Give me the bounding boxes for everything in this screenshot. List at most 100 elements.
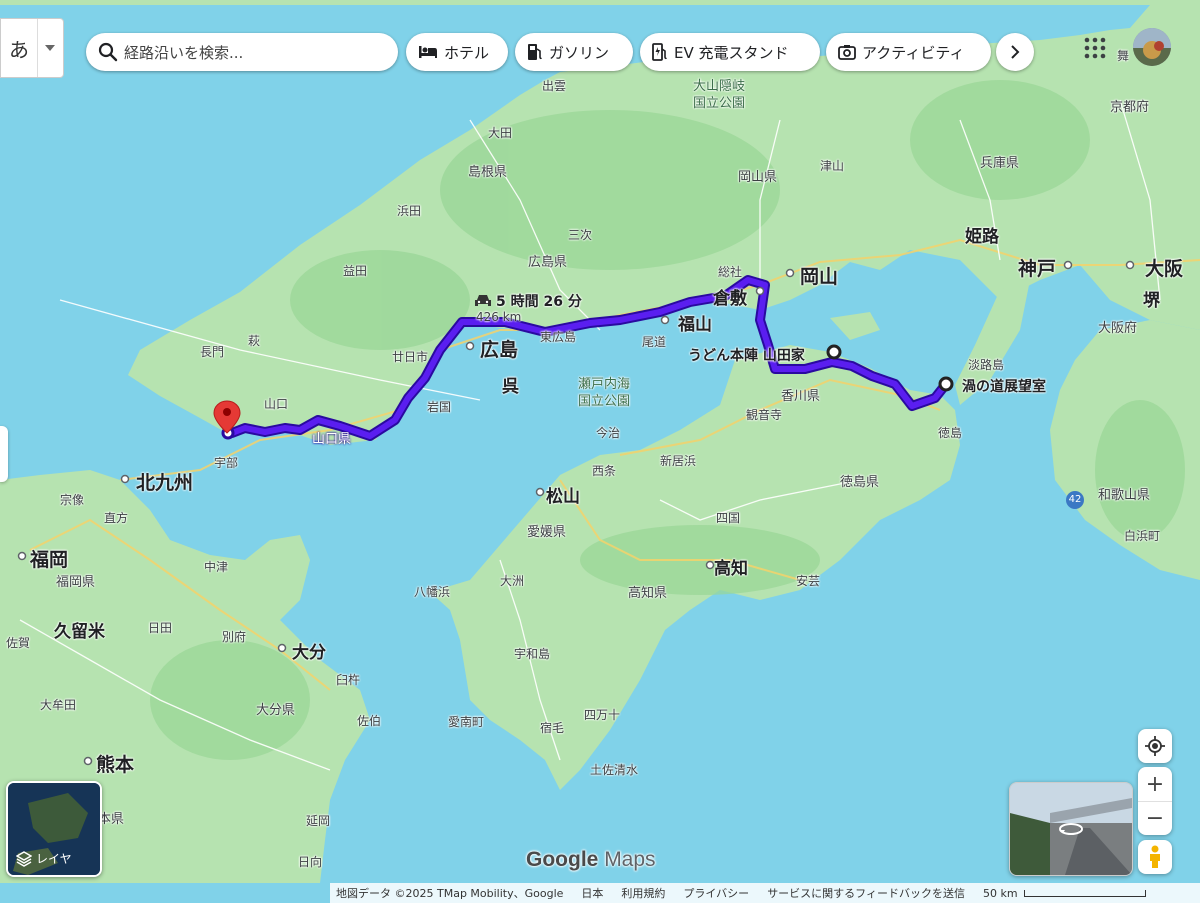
rotate-360-icon — [1059, 823, 1083, 835]
route-duration-label[interactable]: 5 時間 26 分 — [474, 291, 582, 311]
side-panel-toggle[interactable] — [0, 426, 8, 482]
city-kumamoto: 熊本 — [96, 754, 135, 776]
place-hagi: 萩 — [248, 334, 261, 348]
city-osaka: 大阪 — [1145, 258, 1184, 280]
scale-bar — [1023, 889, 1146, 897]
place-omuta: 大牟田 — [40, 698, 77, 712]
apps-grid-icon[interactable] — [1084, 37, 1106, 63]
place-aki: 安芸 — [796, 574, 821, 588]
place-izumo: 出雲 — [542, 79, 567, 93]
route-duration: 5 時間 26 分 — [496, 294, 582, 310]
place-yamaguchi: 山口 — [264, 397, 289, 411]
city-kurashiki: 倉敷 — [713, 289, 747, 309]
pref-fukuoka: 福岡県 — [56, 575, 96, 590]
place-ota: 大田 — [488, 126, 513, 140]
place-hatsukaichi: 廿日市 — [392, 350, 429, 364]
route-waypoint-label[interactable]: うどん本陣 山田家 — [688, 345, 805, 365]
place-hyuga: 日向 — [298, 855, 323, 869]
terms-link[interactable]: 利用規約 — [621, 885, 665, 901]
search-along-route-box[interactable]: 経路沿いを検索... — [86, 33, 398, 71]
city-kurume: 久留米 — [54, 622, 105, 642]
street-view-preview[interactable] — [1009, 782, 1133, 876]
layers-label: レイヤ — [36, 852, 72, 866]
pegman-icon — [1150, 845, 1160, 868]
place-awaji: 淡路島 — [968, 358, 1005, 372]
place-tokushima: 徳島 — [938, 426, 963, 440]
feedback-link[interactable]: サービスに関するフィードバックを送信 — [767, 885, 965, 901]
avatar[interactable] — [1133, 28, 1171, 66]
chip-ev-label: EV 充電スタンド — [674, 43, 789, 62]
park-daisen-oki: 大山隠岐 国立公園 — [692, 79, 745, 111]
chevron-down-icon[interactable] — [37, 19, 62, 77]
region-link[interactable]: 日本 — [581, 885, 603, 901]
place-nagato: 長門 — [200, 345, 225, 359]
place-saga: 佐賀 — [6, 636, 31, 650]
privacy-link[interactable]: プライバシー — [683, 885, 749, 901]
city-himeji: 姫路 — [965, 227, 999, 247]
map-data-credit[interactable]: 地図データ ©2025 TMap Mobility、Google — [336, 885, 563, 901]
ime-mode-toggle[interactable]: あ — [0, 18, 64, 78]
chip-ev-charging[interactable]: EV 充電スタンド — [640, 33, 820, 71]
google-maps-logo: Google Maps — [526, 848, 656, 871]
place-tsuyama: 津山 — [820, 159, 845, 173]
city-okayama: 岡山 — [800, 266, 839, 288]
place-munakata: 宗像 — [60, 493, 85, 507]
city-matsuyama: 松山 — [546, 487, 580, 507]
zoom-control: + − — [1138, 767, 1172, 835]
city-sakai: 堺 — [1143, 291, 1160, 311]
pref-ehime: 愛媛県 — [527, 525, 567, 540]
place-tosashimizu: 土佐清水 — [590, 763, 639, 777]
place-niihama: 新居浜 — [660, 454, 697, 468]
place-iwakuni: 岩国 — [427, 400, 452, 414]
chip-activities-label: アクティビティ — [862, 43, 965, 62]
chips-next-button[interactable] — [996, 33, 1034, 71]
place-partial: 舞 — [1117, 49, 1130, 63]
place-imabari: 今治 — [596, 426, 621, 440]
place-hamada: 浜田 — [397, 204, 422, 218]
pref-wakayama: 和歌山県 — [1098, 488, 1151, 503]
place-saijo: 西条 — [592, 464, 617, 478]
car-icon — [475, 295, 491, 306]
chevron-right-icon — [1011, 45, 1020, 59]
zoom-in-button[interactable]: + — [1138, 767, 1172, 802]
city-fukuoka: 福岡 — [30, 549, 69, 571]
pref-shimane: 島根県 — [468, 165, 508, 180]
city-fukuyama: 福山 — [678, 315, 712, 335]
camera-icon — [838, 45, 856, 60]
pref-tokushima: 徳島県 — [840, 475, 880, 490]
bed-icon — [419, 46, 437, 58]
gas-station-icon — [528, 44, 542, 60]
city-kure: 呉 — [502, 377, 519, 397]
place-nobeoka: 延岡 — [306, 814, 331, 828]
layers-icon — [16, 850, 32, 867]
pref-kyoto: 京都府 — [1110, 100, 1150, 115]
search-input[interactable]: 経路沿いを検索... — [124, 42, 243, 63]
place-miyoshi: 三次 — [568, 228, 593, 242]
route-start-label[interactable]: 渦の道展望室 — [962, 376, 1046, 396]
my-location-button[interactable] — [1138, 729, 1172, 763]
place-nogata: 直方 — [104, 511, 129, 525]
place-saiki: 佐伯 — [357, 714, 382, 728]
place-usuki: 臼杵 — [336, 673, 361, 687]
route-42-label: 42 — [1068, 494, 1082, 505]
route-waypoint-marker[interactable] — [826, 344, 842, 360]
chip-hotels[interactable]: ホテル — [406, 33, 508, 71]
layers-button[interactable]: レイヤ — [6, 781, 102, 877]
chip-gas[interactable]: ガソリン — [515, 33, 633, 71]
place-nakatsu: 中津 — [204, 560, 229, 574]
street-view-pegman-button[interactable] — [1138, 840, 1172, 874]
route-start-marker[interactable] — [938, 376, 954, 392]
place-ozu: 大洲 — [500, 574, 525, 588]
place-kanonji: 観音寺 — [746, 408, 783, 422]
park-setonaikai: 瀬戸内海 国立公園 — [577, 377, 630, 409]
place-sukumo: 宿毛 — [540, 721, 565, 735]
chip-activities[interactable]: アクティビティ — [826, 33, 991, 71]
search-icon — [98, 42, 118, 62]
scale-label[interactable]: 50 km — [983, 887, 1018, 900]
chip-gas-label: ガソリン — [549, 43, 610, 62]
zoom-out-button[interactable]: − — [1138, 802, 1172, 835]
ev-charger-icon — [652, 43, 667, 61]
pref-osaka: 大阪府 — [1098, 321, 1138, 336]
place-beppu: 別府 — [222, 630, 247, 644]
ime-mode-label: あ — [9, 37, 29, 62]
